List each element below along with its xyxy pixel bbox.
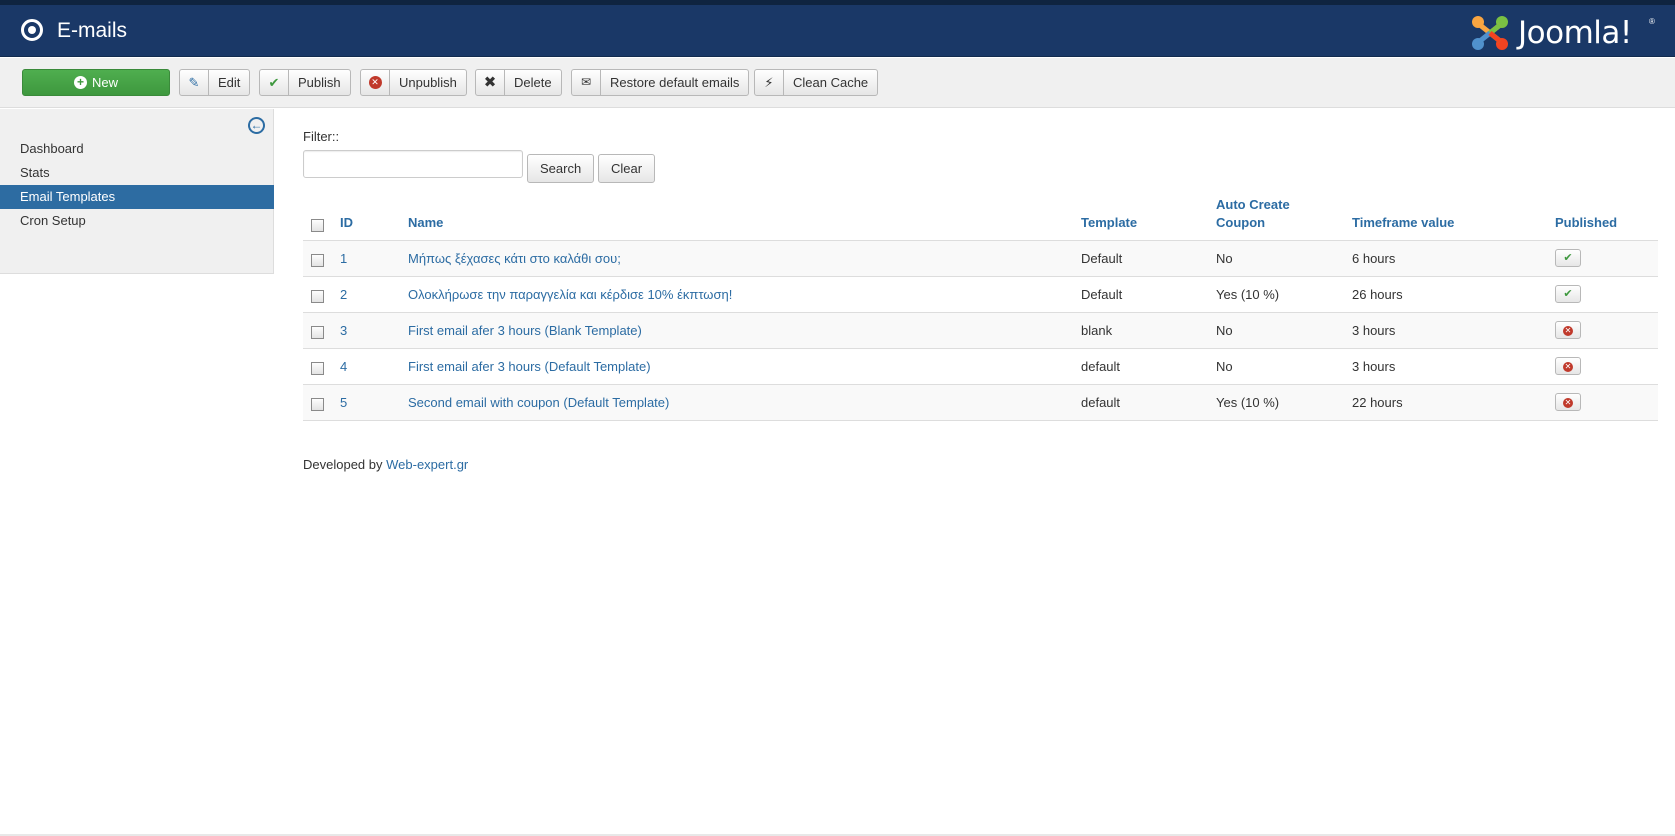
row-coupon: No xyxy=(1216,240,1352,277)
auto-create-line2: Coupon xyxy=(1216,214,1266,230)
column-header-id[interactable]: ID xyxy=(340,192,408,241)
table-row: 1 Μήπως ξέχασες κάτι στο καλάθι σου; Def… xyxy=(303,240,1658,277)
table-row: 4 First email afer 3 hours (Default Temp… xyxy=(303,348,1658,385)
published-toggle[interactable]: ✕ xyxy=(1555,393,1581,411)
clear-button[interactable]: Clear xyxy=(598,154,656,183)
publish-button[interactable]: ✔ Publish xyxy=(259,69,351,96)
sidebar-item-stats[interactable]: Stats xyxy=(0,161,274,185)
published-toggle[interactable]: ✔ xyxy=(1555,249,1581,267)
column-header-name[interactable]: Name xyxy=(408,192,1081,241)
logo-registered-mark: ® xyxy=(1649,17,1655,26)
row-template: Default xyxy=(1081,276,1216,313)
joomla-logo[interactable]: Joomla! ® xyxy=(1468,13,1668,53)
select-all-header xyxy=(303,192,340,241)
select-all-checkbox[interactable] xyxy=(311,218,324,232)
column-header-auto-create-coupon[interactable]: Auto Create Coupon xyxy=(1216,192,1352,241)
clean-cache-button-label: Clean Cache xyxy=(793,75,869,90)
radio-circle-icon xyxy=(21,19,43,41)
x-circle-icon: ✕ xyxy=(1563,398,1573,408)
row-name-link[interactable]: First email afer 3 hours (Blank Template… xyxy=(408,323,642,338)
restore-default-emails-button[interactable]: ✉ Restore default emails xyxy=(571,69,750,96)
row-id-link[interactable]: 2 xyxy=(340,287,347,302)
edit-button[interactable]: ✎ Edit xyxy=(179,69,251,96)
column-header-template[interactable]: Template xyxy=(1081,192,1216,241)
delete-x-icon: ✖ xyxy=(476,70,505,95)
publish-button-label: Publish xyxy=(298,75,341,90)
plus-circle-icon: + xyxy=(73,76,87,89)
row-id-link[interactable]: 4 xyxy=(340,359,347,374)
page-title: E-mails xyxy=(57,19,128,42)
toolbar: + New ✎ Edit ✔ Publish ✕ Unpublish ✖ Del… xyxy=(0,58,1675,108)
unpublish-button[interactable]: ✕ Unpublish xyxy=(360,69,467,96)
sidebar-item-dashboard[interactable]: Dashboard xyxy=(0,137,274,161)
row-name-link[interactable]: First email afer 3 hours (Default Templa… xyxy=(408,359,651,374)
footer: Developed by Web-expert.gr xyxy=(303,457,468,472)
row-id-link[interactable]: 3 xyxy=(340,323,347,338)
check-icon: ✔ xyxy=(1563,288,1573,300)
edit-icon: ✎ xyxy=(180,70,209,95)
row-timeframe: 26 hours xyxy=(1352,276,1555,313)
row-id-link[interactable]: 5 xyxy=(340,395,347,410)
broom-icon: ⚡ xyxy=(755,70,784,95)
check-icon: ✔ xyxy=(260,70,289,95)
collapse-sidebar-icon[interactable]: ← xyxy=(248,117,265,134)
row-coupon: Yes (10 %) xyxy=(1216,384,1352,421)
table-row: 2 Ολοκλήρωσε την παραγγελία και κέρδισε … xyxy=(303,276,1658,313)
x-circle-icon: ✕ xyxy=(1563,326,1573,336)
row-checkbox[interactable] xyxy=(311,253,324,267)
header-bar: E-mails Joomla! ® xyxy=(0,5,1675,57)
column-header-published[interactable]: Published xyxy=(1555,192,1658,241)
row-checkbox[interactable] xyxy=(311,361,324,375)
table-header-row: ID Name Template Auto Create Coupon Timef… xyxy=(303,192,1658,241)
row-name-link[interactable]: Μήπως ξέχασες κάτι στο καλάθι σου; xyxy=(408,251,621,266)
row-timeframe: 6 hours xyxy=(1352,240,1555,277)
joomla-logo-icon xyxy=(1472,16,1508,50)
row-coupon: Yes (10 %) xyxy=(1216,276,1352,313)
search-button[interactable]: Search xyxy=(527,154,595,183)
clean-cache-button[interactable]: ⚡ Clean Cache xyxy=(754,69,879,96)
table-row: 5 Second email with coupon (Default Temp… xyxy=(303,384,1658,421)
row-template: Default xyxy=(1081,240,1216,277)
email-templates-table: ID Name Template Auto Create Coupon Timef… xyxy=(303,192,1658,421)
x-circle-icon: ✕ xyxy=(1563,362,1573,372)
delete-button[interactable]: ✖ Delete xyxy=(475,69,562,96)
x-circle-icon: ✕ xyxy=(361,70,390,95)
row-template: default xyxy=(1081,348,1216,385)
column-header-timeframe[interactable]: Timeframe value xyxy=(1352,192,1555,241)
filter-label: Filter:: xyxy=(303,129,340,144)
delete-button-label: Delete xyxy=(514,75,552,90)
new-button[interactable]: + New xyxy=(22,69,170,96)
published-toggle[interactable]: ✔ xyxy=(1555,285,1581,303)
unpublish-button-label: Unpublish xyxy=(399,75,457,90)
row-checkbox[interactable] xyxy=(311,289,324,303)
sidebar: ← Dashboard Stats Email Templates Cron S… xyxy=(0,109,274,274)
table-row: 3 First email afer 3 hours (Blank Templa… xyxy=(303,312,1658,349)
row-name-link[interactable]: Ολοκλήρωσε την παραγγελία και κέρδισε 10… xyxy=(408,287,732,302)
published-toggle[interactable]: ✕ xyxy=(1555,321,1581,339)
row-checkbox[interactable] xyxy=(311,397,324,411)
new-button-label: New xyxy=(91,75,118,90)
footer-prefix: Developed by xyxy=(303,457,383,472)
check-icon: ✔ xyxy=(1563,252,1573,264)
logo-text: Joomla! xyxy=(1518,15,1632,51)
sidebar-item-email-templates[interactable]: Email Templates xyxy=(0,185,274,209)
filter-input[interactable] xyxy=(303,150,523,178)
developer-link[interactable]: Web-expert.gr xyxy=(386,457,468,472)
restore-button-label: Restore default emails xyxy=(610,75,740,90)
row-name-link[interactable]: Second email with coupon (Default Templa… xyxy=(408,395,669,410)
row-id-link[interactable]: 1 xyxy=(340,251,347,266)
row-coupon: No xyxy=(1216,312,1352,349)
auto-create-line1: Auto Create xyxy=(1216,196,1290,212)
row-timeframe: 3 hours xyxy=(1352,348,1555,385)
envelope-icon: ✉ xyxy=(572,70,601,95)
row-coupon: No xyxy=(1216,348,1352,385)
row-template: default xyxy=(1081,384,1216,421)
sidebar-item-cron-setup[interactable]: Cron Setup xyxy=(0,209,274,233)
edit-button-label: Edit xyxy=(218,75,241,90)
row-checkbox[interactable] xyxy=(311,325,324,339)
row-timeframe: 3 hours xyxy=(1352,312,1555,349)
row-timeframe: 22 hours xyxy=(1352,384,1555,421)
row-template: blank xyxy=(1081,312,1216,349)
published-toggle[interactable]: ✕ xyxy=(1555,357,1581,375)
